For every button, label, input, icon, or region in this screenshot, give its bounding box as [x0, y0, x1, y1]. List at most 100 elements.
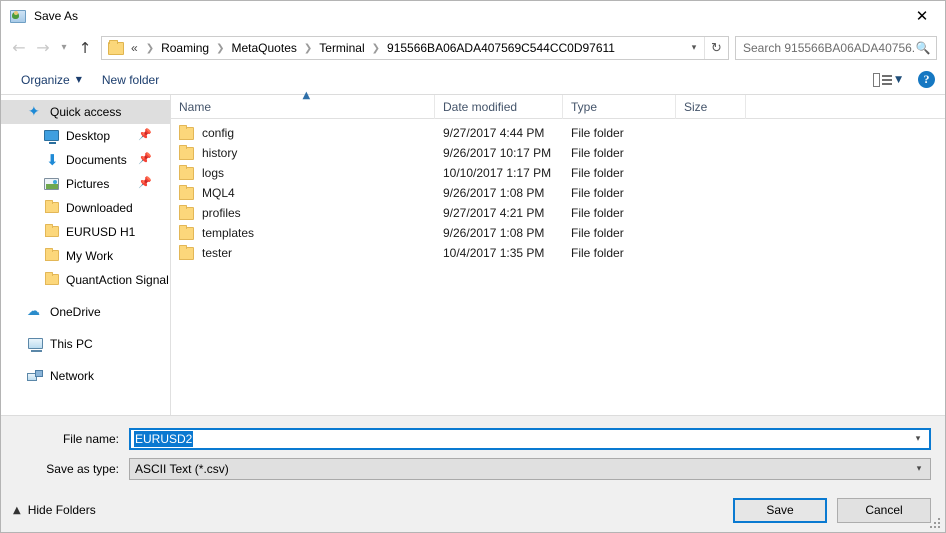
- forward-arrow-icon[interactable]: →: [31, 35, 55, 61]
- folder-icon: [43, 272, 60, 288]
- file-name-chevron-down-icon[interactable]: ▾: [907, 434, 929, 444]
- file-name: tester: [202, 246, 233, 260]
- save-as-type-select[interactable]: ASCII Text (*.csv) ▾: [129, 458, 931, 480]
- back-arrow-icon[interactable]: ←: [7, 35, 31, 61]
- table-row[interactable]: templates 9/26/2017 1:08 PM File folder: [171, 223, 945, 243]
- close-icon[interactable]: ✕: [899, 1, 945, 31]
- breadcrumb-item-metaquotes[interactable]: MetaQuotes: [230, 41, 299, 55]
- view-chevron-down-icon[interactable]: ▼: [895, 75, 902, 85]
- cell-name: logs: [171, 164, 435, 180]
- sidebar-item-onedrive[interactable]: ☁ OneDrive: [1, 300, 170, 324]
- navigation-pane: ✦ Quick access Desktop 📌 ⬇ Documents 📌 P…: [1, 95, 171, 415]
- column-header-type[interactable]: Type: [563, 94, 676, 119]
- file-name-label: File name:: [62, 432, 119, 446]
- folder-icon: [179, 144, 194, 160]
- cell-name: profiles: [171, 204, 435, 220]
- column-header-label: Size: [684, 99, 708, 114]
- column-headers: ▲ Name Date modified Type Size: [171, 90, 945, 119]
- recent-locations-chevron-down-icon[interactable]: ▾: [55, 35, 73, 61]
- search-box[interactable]: Search 915566BA06ADA40756... 🔍: [735, 36, 937, 60]
- cell-name: MQL4: [171, 184, 435, 200]
- folder-icon: [43, 200, 60, 216]
- folder-icon: [43, 248, 60, 264]
- new-folder-button[interactable]: New folder: [96, 69, 165, 91]
- picture-icon: [43, 176, 60, 192]
- save-as-type-chevron-down-icon[interactable]: ▾: [908, 464, 930, 474]
- sidebar-item-documents[interactable]: ⬇ Documents 📌: [1, 148, 170, 172]
- hide-folders-button[interactable]: ▲ Hide Folders: [13, 503, 96, 517]
- window-title: Save As: [34, 9, 79, 23]
- search-input[interactable]: Search 915566BA06ADA40756...: [743, 41, 914, 55]
- table-row[interactable]: MQL4 9/26/2017 1:08 PM File folder: [171, 183, 945, 203]
- breadcrumb-item-terminal[interactable]: Terminal: [317, 41, 366, 55]
- address-chevron-down-icon[interactable]: ▾: [684, 43, 704, 53]
- column-header-name[interactable]: ▲ Name: [171, 90, 435, 119]
- hide-folders-label: Hide Folders: [27, 503, 96, 517]
- command-bar: Organize ▼ New folder ▼ ?: [1, 65, 945, 95]
- sidebar-item-label: Quick access: [50, 105, 122, 119]
- refresh-icon[interactable]: ↻: [704, 37, 728, 59]
- breadcrumb-overflow[interactable]: «: [129, 41, 141, 55]
- sidebar-item-label: Documents: [66, 153, 127, 167]
- sidebar-item-label: Downloaded: [66, 201, 133, 215]
- sidebar-item-eurusd-h1[interactable]: EURUSD H1: [1, 220, 170, 244]
- computer-icon: [27, 336, 44, 352]
- file-name: profiles: [202, 206, 241, 220]
- column-header-size[interactable]: Size: [676, 94, 746, 119]
- column-header-date-modified[interactable]: Date modified: [435, 94, 563, 119]
- sidebar-item-label: QuantAction Signal: [66, 273, 169, 287]
- file-list-pane: ▲ Name Date modified Type Size config 9/…: [171, 90, 945, 415]
- view-mode-icon[interactable]: [873, 72, 893, 88]
- cell-date: 9/26/2017 1:08 PM: [443, 186, 545, 200]
- column-header-label: Type: [571, 99, 598, 114]
- file-name-row: File name: EURUSD2 ▾: [15, 428, 931, 450]
- file-rows: config 9/27/2017 4:44 PM File folder his…: [171, 119, 945, 415]
- pin-icon[interactable]: 📌: [138, 153, 152, 166]
- cell-date: 10/4/2017 1:35 PM: [443, 246, 545, 260]
- chevron-up-icon: ▲: [13, 504, 21, 516]
- sidebar-item-downloaded[interactable]: Downloaded: [1, 196, 170, 220]
- cell-type: File folder: [571, 246, 624, 260]
- cancel-button[interactable]: Cancel: [837, 497, 931, 523]
- title-bar: Save As ✕: [1, 1, 945, 31]
- table-row[interactable]: history 9/26/2017 10:17 PM File folder: [171, 143, 945, 163]
- pin-icon[interactable]: 📌: [138, 129, 152, 142]
- folder-icon: [108, 39, 124, 55]
- table-row[interactable]: profiles 9/27/2017 4:21 PM File folder: [171, 203, 945, 223]
- folder-icon: [179, 164, 194, 180]
- sidebar-item-desktop[interactable]: Desktop 📌: [1, 124, 170, 148]
- file-name: history: [202, 146, 238, 160]
- table-row[interactable]: config 9/27/2017 4:44 PM File folder: [171, 123, 945, 143]
- sidebar-item-my-work[interactable]: My Work: [1, 244, 170, 268]
- address-bar[interactable]: « ❯ Roaming ❯ MetaQuotes ❯ Terminal ❯ 91…: [101, 36, 729, 60]
- navigation-bar: ← → ▾ ↑ « ❯ Roaming ❯ MetaQuotes ❯ Termi…: [1, 31, 945, 65]
- help-icon[interactable]: ?: [918, 71, 935, 88]
- sidebar-item-pictures[interactable]: Pictures 📌: [1, 172, 170, 196]
- cell-type: File folder: [571, 226, 624, 240]
- file-name-field[interactable]: EURUSD2 ▾: [129, 428, 931, 450]
- cell-type: File folder: [571, 186, 624, 200]
- folder-icon: [43, 224, 60, 240]
- save-button[interactable]: Save: [733, 497, 827, 523]
- table-row[interactable]: logs 10/10/2017 1:17 PM File folder: [171, 163, 945, 183]
- cell-type: File folder: [571, 206, 624, 220]
- organize-button[interactable]: Organize ▼: [15, 69, 88, 91]
- cell-type: File folder: [571, 166, 624, 180]
- cell-date: 9/26/2017 10:17 PM: [443, 146, 552, 160]
- sidebar-item-this-pc[interactable]: This PC: [1, 332, 170, 356]
- resize-grip-icon[interactable]: [930, 518, 941, 529]
- breadcrumb-item-terminal-id[interactable]: 915566BA06ADA407569C544CC0D97611: [385, 41, 617, 55]
- cell-name: templates: [171, 224, 435, 240]
- sidebar-item-quick-access[interactable]: ✦ Quick access: [1, 100, 170, 124]
- file-name-value: EURUSD2: [134, 431, 194, 447]
- sidebar-item-quantaction-signal[interactable]: QuantAction Signal: [1, 268, 170, 292]
- cloud-icon: ☁: [27, 304, 40, 319]
- column-header-label: Name: [179, 99, 212, 114]
- pin-icon[interactable]: 📌: [138, 177, 152, 190]
- breadcrumb-item-roaming[interactable]: Roaming: [159, 41, 211, 55]
- up-arrow-icon[interactable]: ↑: [73, 35, 97, 61]
- sidebar-item-network[interactable]: Network: [1, 364, 170, 388]
- network-icon: [27, 368, 44, 384]
- table-row[interactable]: tester 10/4/2017 1:35 PM File folder: [171, 243, 945, 263]
- save-form: File name: EURUSD2 ▾ Save as type: ASCII…: [1, 415, 945, 488]
